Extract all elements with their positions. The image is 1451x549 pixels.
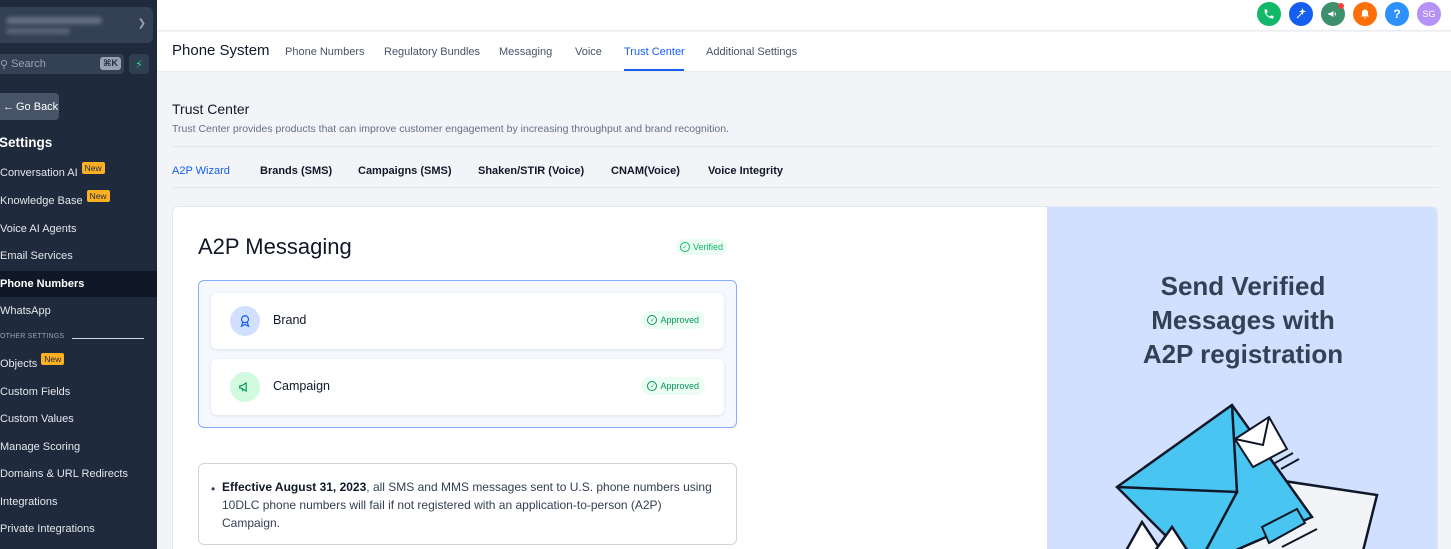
- divider: [172, 146, 1438, 147]
- other-settings-label: OTHER SETTINGS: [0, 333, 65, 340]
- help-icon[interactable]: ?: [1385, 2, 1409, 26]
- divider: [172, 187, 1438, 188]
- promo-line-1: Send Verified: [1160, 271, 1326, 301]
- sidebar-item-label: Custom Fields: [0, 386, 71, 398]
- new-badge: New: [81, 162, 105, 174]
- sidebar-item-phone-numbers[interactable]: Phone Numbers: [0, 271, 157, 297]
- promo-panel: Send Verified Messages with A2P registra…: [1047, 207, 1437, 549]
- page-title: Phone System: [172, 42, 270, 59]
- tab-campaigns-sms[interactable]: Campaigns (SMS): [358, 165, 452, 177]
- megaphone-icon[interactable]: [1321, 2, 1345, 26]
- a2p-steps: Brand ✓ Approved Campaign ✓ Approved: [198, 280, 737, 428]
- award-icon: [230, 306, 260, 336]
- tab-messaging[interactable]: Messaging: [499, 46, 552, 58]
- sidebar-item-label: Voice AI Agents: [0, 223, 77, 235]
- tab-voice[interactable]: Voice: [575, 46, 602, 58]
- approved-badge: ✓ Approved: [641, 377, 705, 395]
- promo-headline: Send Verified Messages with A2P registra…: [1047, 269, 1437, 371]
- verified-label: Verified: [693, 242, 724, 252]
- sidebar-item-voice-ai-agents[interactable]: Voice AI Agents: [0, 216, 157, 242]
- sidebar-item-conversation-ai[interactable]: Conversation AI New: [0, 160, 157, 186]
- check-circle-icon: ✓: [647, 381, 658, 391]
- bullet: •: [211, 482, 216, 496]
- tab-a2p-wizard[interactable]: A2P Wizard: [172, 165, 230, 177]
- avatar[interactable]: SG: [1417, 2, 1441, 26]
- notice-bold: Effective August 31, 2023: [222, 480, 367, 494]
- promo-line-3: A2P registration: [1142, 339, 1344, 369]
- sidebar-item-label: Private Integrations: [0, 523, 95, 535]
- phone-system-nav: Phone System Phone Numbers Regulatory Bu…: [157, 32, 1451, 72]
- tab-phone-numbers[interactable]: Phone Numbers: [285, 46, 365, 58]
- sidebar-item-email-services[interactable]: Email Services: [0, 243, 157, 269]
- tab-regulatory-bundles[interactable]: Regulatory Bundles: [384, 46, 480, 58]
- top-bar: ? SG: [157, 0, 1451, 31]
- sidebar-item-label: Manage Scoring: [0, 441, 81, 453]
- check-circle-icon: ✓: [647, 315, 658, 325]
- phone-icon[interactable]: [1257, 2, 1281, 26]
- tab-voice-integrity[interactable]: Voice Integrity: [708, 165, 783, 177]
- arrow-left-icon: ←: [3, 100, 14, 113]
- go-back-button[interactable]: ← Go Back: [0, 93, 59, 120]
- envelope-illustration: [1115, 403, 1379, 549]
- sidebar-item-objects[interactable]: Objects New: [0, 351, 157, 377]
- step-label: Campaign: [273, 379, 330, 393]
- check-circle-icon: ✓: [680, 242, 690, 252]
- notification-dot: [1338, 3, 1344, 9]
- sidebar-item-knowledge-base[interactable]: Knowledge Base New: [0, 188, 157, 214]
- section-description: Trust Center provides products that can …: [172, 123, 730, 135]
- sidebar-item-label: Knowledge Base: [0, 195, 83, 207]
- sidebar-item-label: Conversation AI: [0, 167, 78, 179]
- sidebar-item-custom-fields[interactable]: Custom Fields: [0, 379, 157, 405]
- account-switcher[interactable]: ❯: [0, 7, 153, 43]
- megaphone-icon: [230, 372, 260, 402]
- promo-line-2: Messages with: [1151, 305, 1335, 335]
- chevron-updown-icon: ❯: [137, 18, 146, 29]
- bell-icon[interactable]: [1353, 2, 1377, 26]
- search-shortcut: ⌘K: [100, 57, 121, 70]
- tab-cnam-voice[interactable]: CNAM(Voice): [611, 165, 680, 177]
- tab-trust-center[interactable]: Trust Center: [624, 46, 685, 58]
- section-title: Trust Center: [172, 101, 250, 117]
- sidebar: ❯ ⚲ Search ⌘K ⚡ ← Go Back Settings Conve…: [0, 0, 157, 549]
- sidebar-item-custom-values[interactable]: Custom Values: [0, 406, 157, 432]
- sidebar-item-manage-scoring[interactable]: Manage Scoring: [0, 434, 157, 460]
- search-icon: ⚲: [0, 58, 9, 71]
- sidebar-item-label: WhatsApp: [0, 305, 51, 317]
- verified-badge: ✓ Verified: [676, 239, 728, 255]
- magic-icon[interactable]: [1289, 2, 1313, 26]
- new-badge: New: [41, 353, 65, 365]
- tab-brands-sms[interactable]: Brands (SMS): [260, 165, 332, 177]
- step-campaign[interactable]: Campaign ✓ Approved: [211, 359, 724, 415]
- settings-title: Settings: [0, 135, 53, 150]
- account-name-blurred: [6, 17, 102, 24]
- approved-label: Approved: [660, 381, 699, 391]
- go-back-label: Go Back: [16, 100, 59, 113]
- sidebar-item-integrations[interactable]: Integrations: [0, 489, 157, 515]
- section-divider: [72, 338, 144, 339]
- new-badge: New: [86, 190, 110, 202]
- approved-badge: ✓ Approved: [641, 311, 705, 329]
- sidebar-item-label: Objects: [0, 358, 38, 370]
- approved-label: Approved: [660, 315, 699, 325]
- quick-action-bolt-icon[interactable]: ⚡: [129, 54, 149, 74]
- sidebar-item-label: Integrations: [0, 496, 58, 508]
- a2p-title: A2P Messaging: [198, 234, 352, 259]
- search-placeholder: Search: [11, 58, 46, 70]
- active-tab-indicator: [624, 69, 684, 71]
- sidebar-item-whatsapp[interactable]: WhatsApp: [0, 298, 157, 324]
- sidebar-item-label: Email Services: [0, 250, 73, 262]
- sidebar-item-label: Phone Numbers: [0, 278, 85, 290]
- tab-shaken-stir-voice[interactable]: Shaken/STIR (Voice): [478, 165, 584, 177]
- sidebar-item-label: Domains & URL Redirects: [0, 468, 128, 480]
- account-sub-blurred: [6, 28, 70, 34]
- step-brand[interactable]: Brand ✓ Approved: [211, 293, 724, 349]
- tab-additional-settings[interactable]: Additional Settings: [706, 46, 797, 58]
- sidebar-item-label: Custom Values: [0, 413, 74, 425]
- step-label: Brand: [273, 313, 307, 327]
- a2p-notice: • Effective August 31, 2023, all SMS and…: [198, 463, 737, 545]
- sidebar-item-domains[interactable]: Domains & URL Redirects: [0, 461, 157, 487]
- search-box[interactable]: ⚲ Search ⌘K: [0, 54, 124, 74]
- a2p-card: A2P Messaging ✓ Verified Brand ✓ Approve…: [172, 206, 1438, 549]
- sidebar-item-private-integrations[interactable]: Private Integrations: [0, 516, 157, 542]
